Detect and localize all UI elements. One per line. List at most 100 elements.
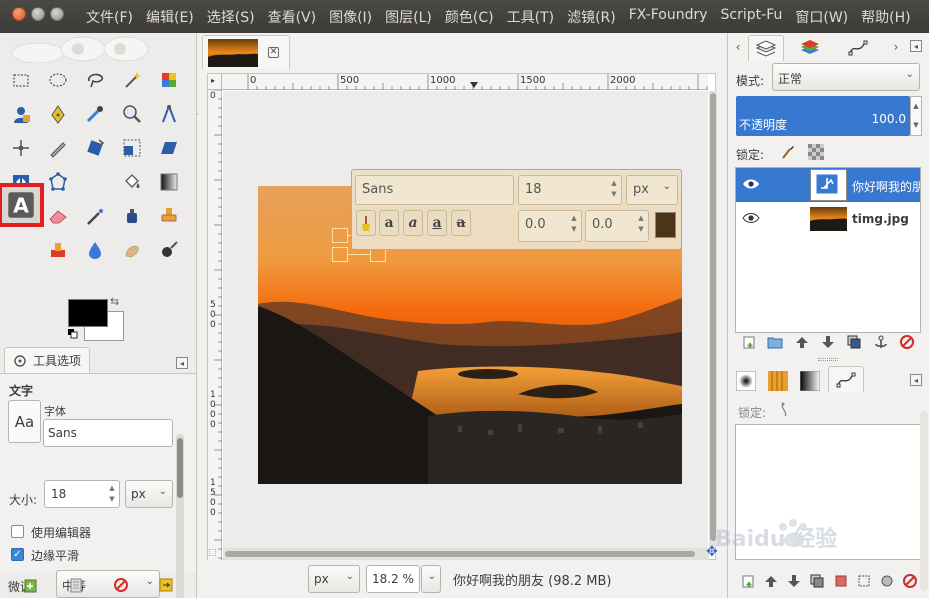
lower-layer-icon[interactable] <box>820 334 836 350</box>
menu-item[interactable]: 窗口(W) <box>795 7 848 27</box>
shear-tool[interactable] <box>154 131 183 165</box>
image-tab[interactable]: ✕ <box>202 35 290 69</box>
new-layer-group-icon[interactable] <box>767 334 783 350</box>
clone-tool[interactable] <box>154 199 183 233</box>
antialias-checkbox[interactable]: ✓ <box>11 548 24 561</box>
menu-item[interactable]: 帮助(H) <box>861 7 910 27</box>
eye-icon[interactable] <box>742 212 760 224</box>
path-to-selection-icon[interactable] <box>833 573 849 589</box>
smudge-tool[interactable] <box>117 233 146 267</box>
kerning-spin[interactable]: ▲ ▼ <box>636 213 646 235</box>
minimize-window-button[interactable] <box>31 7 45 21</box>
menu-item[interactable]: 图层(L) <box>385 7 432 27</box>
align-tool[interactable] <box>6 131 35 165</box>
tab-scroll-left-icon[interactable]: ‹ <box>732 40 744 54</box>
paths-tool[interactable] <box>43 97 72 131</box>
anchor-layer-icon[interactable] <box>873 334 889 350</box>
delete-options-icon[interactable] <box>113 577 129 593</box>
foreground-color-swatch[interactable] <box>68 299 108 327</box>
foreground-select-tool[interactable] <box>6 97 35 131</box>
zoom-dropdown-button[interactable]: ⌄ <box>421 565 441 593</box>
perspective-clone-tool[interactable] <box>6 233 35 267</box>
opacity-spin-buttons[interactable]: ▲ ▼ <box>910 96 922 136</box>
kerning-input[interactable]: 0.0 ▲ ▼ <box>585 210 649 242</box>
menu-item[interactable]: 工具(T) <box>507 7 554 27</box>
clear-style-button[interactable] <box>356 210 376 236</box>
swap-colors-icon[interactable]: ⇆ <box>110 295 119 308</box>
menu-item[interactable]: 查看(V) <box>268 7 317 27</box>
overlay-size-spin[interactable]: ▲ ▼ <box>609 178 619 200</box>
layer-row[interactable]: timg.jpg <box>736 202 920 236</box>
zoom-tool[interactable] <box>117 97 146 131</box>
tab-gradients[interactable] <box>796 368 824 394</box>
crop-tool[interactable] <box>43 131 72 165</box>
reset-options-icon[interactable] <box>158 577 174 593</box>
perspective-clone-stamp-tool[interactable] <box>43 233 72 267</box>
tab-brushes[interactable] <box>732 368 760 394</box>
tab-paths[interactable] <box>840 35 876 61</box>
blend-tool[interactable] <box>154 165 183 199</box>
lock-alpha-icon[interactable] <box>808 144 824 160</box>
ruler-corner-button[interactable]: ▸ <box>208 74 222 90</box>
tab-channels[interactable] <box>792 35 828 61</box>
bold-button[interactable]: a <box>379 210 399 236</box>
tab-layers[interactable] <box>748 35 784 61</box>
text-box-handle[interactable] <box>332 247 348 262</box>
menu-item[interactable]: 选择(S) <box>207 7 255 27</box>
menu-item[interactable]: 滤镜(R) <box>567 7 616 27</box>
bucket-fill-tool[interactable] <box>117 165 146 199</box>
duplicate-path-icon[interactable] <box>809 573 825 589</box>
layer-row[interactable]: 你好啊我的朋友 <box>736 168 920 202</box>
lock-pixels-icon[interactable] <box>780 144 796 160</box>
close-window-button[interactable] <box>12 7 26 21</box>
maximize-window-button[interactable] <box>50 7 64 21</box>
paths-dock-scrollbar[interactable] <box>920 411 928 591</box>
delete-path-icon[interactable] <box>902 573 918 589</box>
free-select-tool[interactable] <box>80 63 109 97</box>
size-input[interactable]: 18 ▲ ▼ <box>44 480 120 508</box>
strikethrough-button[interactable]: a <box>451 210 471 236</box>
layers-dock-menu-button[interactable]: ◂ <box>910 40 922 52</box>
overlay-size-input[interactable]: 18 ▲ ▼ <box>518 175 622 205</box>
canvas-horizontal-scrollbar[interactable] <box>223 548 709 560</box>
italic-button[interactable]: a <box>403 210 423 236</box>
menu-item[interactable]: 编辑(E) <box>146 7 194 27</box>
select-by-color-tool[interactable] <box>154 63 183 97</box>
close-tab-icon[interactable]: ✕ <box>268 47 279 58</box>
eraser-tool[interactable] <box>43 199 72 233</box>
new-path-icon[interactable] <box>740 573 756 589</box>
font-input[interactable]: Sans <box>43 419 173 447</box>
canvas-vertical-scrollbar[interactable] <box>709 91 717 548</box>
dock-separator-handle[interactable] <box>818 358 838 361</box>
rotate-tool[interactable] <box>80 131 109 165</box>
menu-item[interactable]: FX-Foundry <box>629 7 708 27</box>
mode-select[interactable]: 正常 ⌄ <box>772 63 920 91</box>
delete-layer-icon[interactable] <box>899 334 915 350</box>
fg-bg-colors[interactable]: ⇆ <box>68 295 124 345</box>
raise-path-icon[interactable] <box>763 573 779 589</box>
underline-button[interactable]: a <box>427 210 447 236</box>
rect-select-tool[interactable] <box>6 63 35 97</box>
font-preview-button[interactable]: Aa <box>8 400 41 443</box>
tab-patterns[interactable] <box>764 368 792 394</box>
ink-tool[interactable] <box>117 199 146 233</box>
scrollbar-thumb[interactable] <box>710 93 716 541</box>
size-unit-select[interactable]: px ⌄ <box>125 480 173 508</box>
scrollbar-thumb[interactable] <box>225 551 695 557</box>
overlay-unit-select[interactable]: px ⌄ <box>626 175 678 205</box>
lower-path-icon[interactable] <box>786 573 802 589</box>
selection-to-path-icon[interactable] <box>856 573 872 589</box>
unit-select[interactable]: px ⌄ <box>308 565 360 593</box>
duplicate-layer-icon[interactable] <box>846 334 862 350</box>
brushes-dock-menu-button[interactable]: ◂ <box>910 374 922 386</box>
new-layer-icon[interactable] <box>741 334 757 350</box>
text-color-swatch[interactable] <box>655 212 676 238</box>
measure-tool[interactable] <box>154 97 183 131</box>
horizontal-ruler[interactable]: 0 500 1000 1500 2000 <box>222 74 708 90</box>
baseline-input[interactable]: 0.0 ▲ ▼ <box>518 210 582 242</box>
blur-tool[interactable] <box>80 233 109 267</box>
text-box-handle[interactable] <box>332 228 348 243</box>
zoom-input[interactable]: 18.2 % <box>366 565 420 593</box>
menu-item[interactable]: 颜色(C) <box>445 7 494 27</box>
ellipse-select-tool[interactable] <box>43 63 72 97</box>
